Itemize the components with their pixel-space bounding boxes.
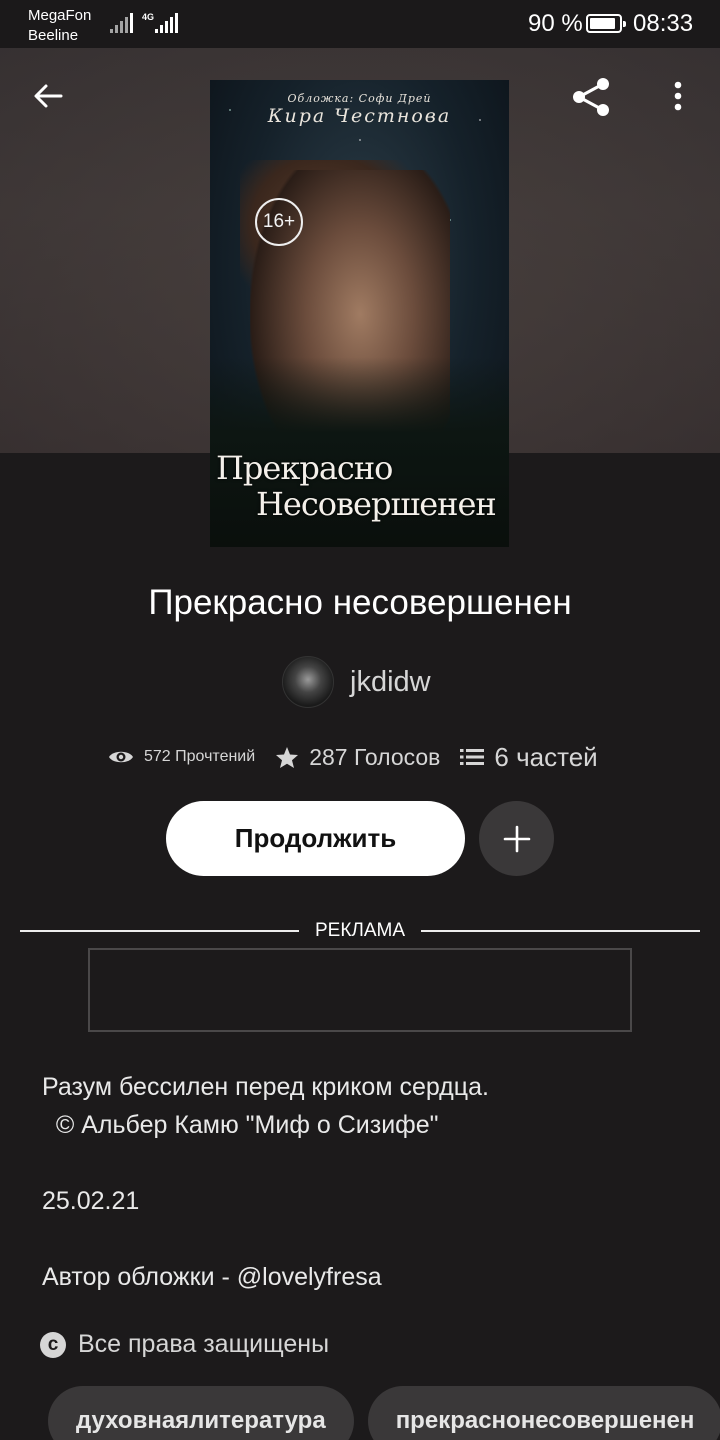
star-icon (276, 746, 299, 768)
status-bar: MegaFon Beeline 4G 90 % 08:33 (0, 0, 720, 48)
signal-icon-1 (110, 13, 134, 33)
cover-author: Кира Честнова (267, 105, 452, 127)
votes-count: 287 Голосов (309, 743, 441, 770)
copyright-label: Все права защищены (78, 1330, 330, 1358)
clock: 08:33 (633, 10, 694, 37)
avatar[interactable] (282, 656, 334, 708)
carrier-names: MegaFon Beeline (28, 6, 91, 46)
parts-count: 6 частей (494, 741, 598, 772)
carrier-1: MegaFon (28, 7, 92, 24)
share-icon (573, 78, 609, 116)
continue-reading-button[interactable]: Продолжить (166, 801, 465, 876)
cover-title-line-2: Несовершенен (256, 485, 497, 523)
cover-designer: Обложка: Софи Дрей (287, 92, 432, 105)
copyright-icon: c (40, 1331, 66, 1358)
arrow-left-icon (34, 84, 63, 108)
votes-stat: 287 Голосов (275, 744, 440, 771)
tag-list: духовнаялитература прекраснонесовершенен (48, 1386, 720, 1440)
book-description: Разум бессилен перед криком сердца. © Ал… (42, 1068, 682, 1296)
battery-icon (586, 14, 626, 33)
add-to-library-button[interactable] (479, 801, 554, 876)
ad-banner[interactable] (88, 948, 632, 1032)
description-cover-credit: Автор обложки - @lovelyfresa (42, 1263, 382, 1291)
book-cover[interactable]: Обложка: Софи Дрей Кира Честнова 16+ Пре… (210, 80, 509, 547)
tag-chip[interactable]: духовнаялитература (48, 1386, 354, 1440)
battery-percent: 90 % (528, 10, 583, 37)
signal-icon-2 (155, 13, 179, 33)
book-stats: 572 Прочтений 287 Голосов 6 частей (108, 738, 618, 776)
description-line-1: Разум бессилен перед криком сердца. (42, 1073, 489, 1101)
ad-divider-left (20, 930, 299, 932)
reads-count: 572 Прочтений (144, 748, 256, 765)
carrier-2: Beeline (28, 27, 79, 44)
copyright-notice: c Все права защищены (40, 1330, 329, 1359)
share-button[interactable] (566, 72, 616, 122)
ad-label: РЕКЛАМА (314, 920, 406, 941)
back-button[interactable] (24, 72, 72, 120)
cover-credits: Обложка: Софи Дрей Кира Честнова (210, 92, 509, 127)
author-link[interactable]: jkdidw (282, 656, 431, 708)
battery-level (590, 18, 615, 29)
eye-icon (109, 751, 133, 763)
network-type: 4G (142, 12, 155, 22)
description-line-2: © Альбер Камю "Миф о Сизифе" (42, 1111, 439, 1139)
list-icon (460, 749, 485, 765)
description-date: 25.02.21 (42, 1187, 140, 1215)
age-rating-badge: 16+ (255, 198, 303, 246)
more-vertical-icon (674, 81, 682, 111)
author-name[interactable]: jkdidw (350, 666, 431, 699)
cover-title-line-1: Прекрасно (216, 449, 393, 487)
book-title: Прекрасно несовершенен (148, 583, 572, 622)
cover-title: Прекрасно Несовершенен (216, 449, 497, 523)
tag-chip[interactable]: прекраснонесовершенен (367, 1386, 720, 1440)
ad-divider-right (421, 930, 700, 932)
plus-icon (503, 825, 530, 852)
more-button[interactable] (660, 74, 696, 118)
reads-stat: 572 Прочтений (108, 748, 255, 766)
parts-stat: 6 частей (460, 741, 598, 773)
